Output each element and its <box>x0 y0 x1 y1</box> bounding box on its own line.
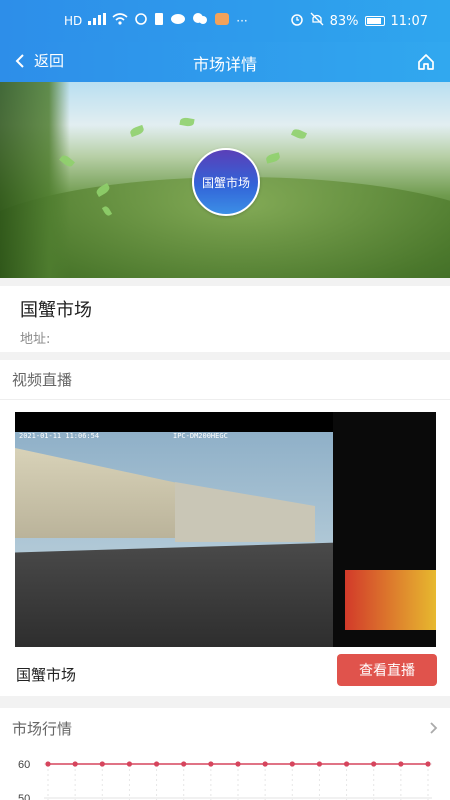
mute-icon <box>310 12 324 30</box>
leaf-decoration <box>290 127 308 141</box>
video-section-header: 视频直播 <box>0 360 450 400</box>
data-point <box>425 761 431 767</box>
home-icon[interactable] <box>416 52 436 72</box>
market-name: 国蟹市场 <box>20 300 92 321</box>
status-left: HD ··· <box>64 12 248 30</box>
video-camera-id: IPC-DM200HEGC <box>173 432 228 440</box>
battery-percent: 83% <box>329 13 359 29</box>
y-tick-label: 60 <box>18 759 30 771</box>
data-point <box>235 761 241 767</box>
data-point <box>343 761 350 767</box>
status-right: 83% 11:07 <box>290 12 428 30</box>
market-logo: 国蟹市场 <box>192 148 260 216</box>
market-trend-title: 市场行情 <box>12 719 73 738</box>
video-player[interactable]: 2021-01-11 11:06:54 IPC-DM200HEGC <box>15 412 436 647</box>
clock: 11:07 <box>390 13 428 29</box>
y-tick-label: 50 <box>18 793 30 800</box>
data-point <box>72 761 78 767</box>
leaf-decoration <box>179 116 195 128</box>
market-trend-section[interactable]: 市场行情 <box>0 708 450 750</box>
more-icon: ··· <box>236 14 248 28</box>
status-bar: HD ··· 83% 11:07 <box>0 0 450 42</box>
data-point <box>181 761 187 767</box>
data-point <box>99 761 105 767</box>
watch-live-button[interactable]: 查看直播 <box>337 654 437 686</box>
wifi-icon <box>112 13 128 29</box>
app-icon <box>214 12 230 30</box>
chat-icon <box>192 12 208 30</box>
data-point <box>262 761 268 767</box>
nav-bar: 返回 市场详情 <box>0 42 450 82</box>
chevron-right-icon <box>430 722 438 734</box>
market-logo-text: 国蟹市场 <box>201 175 250 190</box>
data-point <box>289 761 295 767</box>
market-address: 地址: <box>20 332 51 347</box>
leaf-decoration <box>129 124 145 138</box>
battery-icon <box>364 16 385 26</box>
data-point <box>153 761 160 767</box>
hd-badge: HD <box>64 14 83 28</box>
hero-banner: 国蟹市场 <box>0 82 450 278</box>
video-signboard <box>345 570 436 630</box>
banner-tree <box>0 82 70 278</box>
message-icon <box>170 12 186 30</box>
video-section-title: 视频直播 <box>12 371 73 389</box>
data-point <box>126 761 133 767</box>
data-point <box>208 761 214 767</box>
chart-canvas: 60 50 <box>18 759 432 800</box>
signal-icon <box>88 13 107 29</box>
data-point <box>45 761 51 767</box>
market-trend-chart: 60 50 <box>0 750 450 800</box>
video-timestamp: 2021-01-11 11:06:54 <box>19 432 100 440</box>
video-caption: 国蟹市场 <box>16 666 77 684</box>
data-point <box>398 761 404 767</box>
sim-icon <box>154 12 164 30</box>
page-title: 市场详情 <box>192 55 257 74</box>
sync-icon <box>134 12 148 30</box>
leaf-decoration <box>265 152 281 164</box>
market-info: 国蟹市场 地址: <box>0 286 450 352</box>
market-trend-header[interactable]: 市场行情 <box>0 708 450 748</box>
alarm-icon <box>290 12 304 30</box>
video-road <box>15 542 355 647</box>
data-point <box>316 761 323 767</box>
data-point <box>371 761 377 767</box>
